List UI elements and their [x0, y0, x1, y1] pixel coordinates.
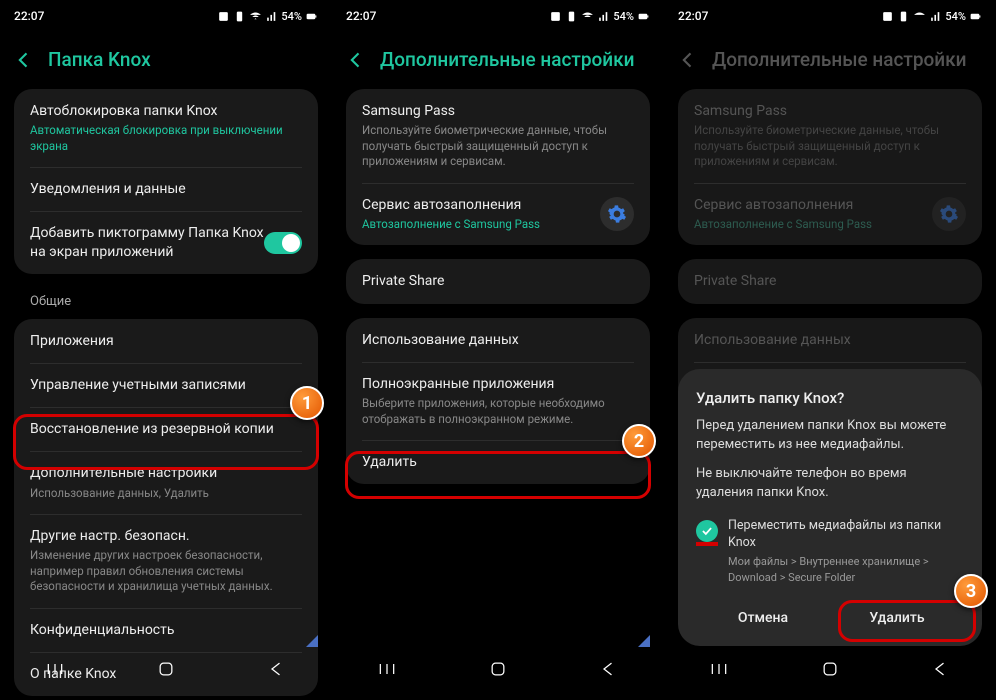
- item-restore[interactable]: Восстановление из резервной копии: [14, 407, 318, 451]
- statusbar: 22:07 54%: [0, 0, 332, 32]
- nav-back-icon[interactable]: [267, 660, 287, 682]
- nav-back-icon[interactable]: [931, 660, 951, 682]
- battery-icon: [305, 10, 318, 23]
- recent-icon[interactable]: [709, 660, 729, 682]
- item-autolock[interactable]: Автоблокировка папки Knox Автоматическая…: [14, 89, 318, 167]
- confirm-button[interactable]: Удалить: [830, 598, 964, 638]
- card-private: Private Share: [346, 259, 650, 303]
- header: Дополнительные настройки: [332, 32, 664, 89]
- dialog-actions: Отмена Удалить: [696, 598, 964, 638]
- item-data-usage: Использование данных: [678, 318, 982, 362]
- card-pass: Samsung Pass Используйте биометрические …: [346, 89, 650, 245]
- card-pass: Samsung Pass Используйте биометрические …: [678, 89, 982, 245]
- item-apps[interactable]: Приложения: [14, 319, 318, 363]
- recent-icon[interactable]: [377, 660, 397, 682]
- card-lock: Автоблокировка папки Knox Автоматическая…: [14, 89, 318, 274]
- dialog-delete: Удалить папку Knox? Перед удалением папк…: [678, 369, 982, 646]
- item-samsung-pass: Samsung Pass Используйте биометрические …: [678, 89, 982, 183]
- step-badge-1: 1: [290, 386, 324, 420]
- item-accounts[interactable]: Управление учетными записями: [14, 363, 318, 407]
- corner-mark: [306, 632, 318, 644]
- home-icon[interactable]: [156, 660, 176, 682]
- recent-icon[interactable]: [45, 660, 65, 682]
- card-general: Приложения Управление учетными записями …: [14, 319, 318, 696]
- item-fullscreen-apps[interactable]: Полноэкранные приложения Выберите прилож…: [346, 362, 650, 440]
- card-other: Использование данных Полноэкранные прило…: [346, 318, 650, 485]
- item-samsung-pass[interactable]: Samsung Pass Используйте биометрические …: [346, 89, 650, 183]
- home-icon[interactable]: [820, 660, 840, 682]
- checkbox-checked-icon[interactable]: [696, 520, 718, 542]
- navbar: [0, 650, 332, 692]
- header: Папка Knox: [0, 32, 332, 89]
- back-icon[interactable]: [14, 50, 34, 70]
- corner-mark: [638, 632, 650, 644]
- screen-1: 22:07 54% Папка Knox Автоблокировка папк…: [0, 0, 332, 700]
- card-private: Private Share: [678, 259, 982, 303]
- dialog-title: Удалить папку Knox?: [696, 389, 964, 407]
- statusbar: 22:07 54%: [664, 0, 996, 32]
- status-time: 22:07: [14, 9, 44, 23]
- section-general: Общие: [14, 288, 318, 319]
- back-icon: [678, 50, 698, 70]
- gear-icon: [932, 197, 966, 231]
- item-other-security[interactable]: Другие настр. безопасн. Изменение других…: [14, 514, 318, 608]
- signal-icon: [265, 10, 278, 23]
- item-delete[interactable]: Удалить: [346, 440, 650, 484]
- wifi-icon: [249, 10, 262, 23]
- item-add-icon[interactable]: Добавить пиктограмму Папка Knox на экран…: [14, 211, 318, 273]
- page-title: Папка Knox: [48, 48, 151, 71]
- item-data-usage[interactable]: Использование данных: [346, 318, 650, 362]
- cancel-button[interactable]: Отмена: [696, 598, 830, 638]
- page-title: Дополнительные настройки: [712, 48, 967, 71]
- home-icon[interactable]: [488, 660, 508, 682]
- check-path: Мои файлы > Внутреннее хранилище > Downl…: [728, 554, 964, 586]
- vibrate-icon: [233, 10, 246, 23]
- check-label: Переместить медиафайлы из папки Knox: [728, 518, 964, 552]
- underline-mark: [696, 542, 718, 546]
- item-private-share: Private Share: [678, 259, 982, 303]
- toggle-icon[interactable]: [264, 232, 302, 254]
- item-advanced[interactable]: Дополнительные настройки Использование д…: [14, 451, 318, 514]
- step-badge-2: 2: [622, 424, 656, 458]
- statusbar: 22:07 54%: [332, 0, 664, 32]
- page-title: Дополнительные настройки: [380, 48, 635, 71]
- item-privacy[interactable]: Конфиденциальность: [14, 608, 318, 652]
- item-autofill[interactable]: Сервис автозаполнения Автозаполнение с S…: [346, 183, 650, 246]
- dialog-body: Перед удалением папки Knox вы можете пер…: [696, 417, 964, 586]
- navbar: [332, 650, 664, 692]
- back-icon[interactable]: [346, 50, 366, 70]
- nav-back-icon[interactable]: [599, 660, 619, 682]
- nfc-icon: [217, 10, 230, 23]
- screen-3: 22:07 54% Дополнительные настройки Samsu…: [664, 0, 996, 700]
- screen-2: 22:07 54% Дополнительные настройки Samsu…: [332, 0, 664, 700]
- status-icons: 54%: [217, 10, 318, 23]
- item-notifications[interactable]: Уведомления и данные: [14, 167, 318, 211]
- gear-icon[interactable]: [600, 197, 634, 231]
- item-autofill: Сервис автозаполнения Автозаполнение с S…: [678, 183, 982, 246]
- navbar: [664, 650, 996, 692]
- step-badge-3: 3: [954, 574, 988, 608]
- item-private-share[interactable]: Private Share: [346, 259, 650, 303]
- header: Дополнительные настройки: [664, 32, 996, 89]
